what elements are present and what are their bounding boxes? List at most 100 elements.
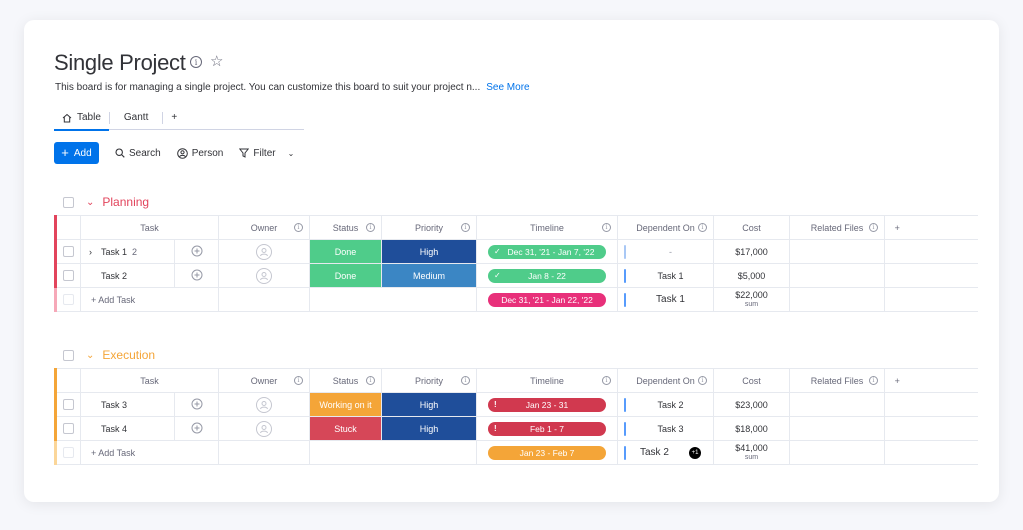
person-filter-button[interactable]: Person	[176, 148, 223, 159]
priority-cell[interactable]: High	[381, 392, 477, 417]
priority-column-header[interactable]: Priority i	[382, 216, 476, 239]
board-card: Single Project i ☆ This board is for man…	[24, 20, 999, 502]
search-button[interactable]: Search	[115, 148, 161, 159]
chevron-down-icon[interactable]: ⌄	[288, 149, 295, 158]
info-icon[interactable]: i	[869, 223, 878, 232]
files-column-header[interactable]: Related Files i	[790, 369, 884, 392]
task-cell[interactable]: › Task 1 2	[80, 239, 175, 264]
owner-column-header[interactable]: Owner i	[219, 216, 309, 239]
info-icon[interactable]: i	[602, 223, 611, 232]
add-update-icon[interactable]	[191, 422, 203, 434]
timeline-column-header[interactable]: Timeline i	[477, 369, 617, 392]
cost-cell[interactable]: $18,000	[713, 416, 790, 441]
chevron-down-icon[interactable]: ⌄	[86, 350, 94, 361]
task-cell[interactable]: Task 4	[80, 416, 175, 441]
files-column-header[interactable]: Related Files i	[790, 216, 884, 239]
add-column-button[interactable]: +	[884, 215, 910, 240]
timeline-column-header[interactable]: Timeline i	[477, 216, 617, 239]
info-icon[interactable]: i	[366, 223, 375, 232]
priority-cell[interactable]: High	[381, 416, 477, 441]
cost-cell[interactable]: $23,000	[713, 392, 790, 417]
group-title[interactable]: Planning	[102, 195, 149, 209]
status-cell[interactable]: Done	[309, 263, 382, 288]
see-more-link[interactable]: See More	[486, 82, 529, 93]
status-column-header[interactable]: Status i	[310, 369, 381, 392]
group-checkbox[interactable]	[63, 349, 74, 361]
priority-cell[interactable]: Medium	[381, 263, 477, 288]
info-icon[interactable]: i	[698, 376, 707, 385]
priority-column-header[interactable]: Priority i	[382, 369, 476, 392]
files-cell[interactable]	[789, 263, 885, 288]
task-cell[interactable]: Task 2	[80, 263, 175, 288]
header-checkbox-cell	[54, 368, 81, 393]
owner-header-label: Owner	[250, 222, 278, 233]
row-checkbox[interactable]	[63, 399, 74, 410]
dependent-cell[interactable]: Task 1	[617, 263, 714, 288]
tab-table[interactable]: Table	[54, 106, 109, 131]
cost-cell[interactable]: $17,000	[713, 239, 790, 264]
filter-button[interactable]: Filter ⌄	[239, 148, 294, 159]
tab-gantt[interactable]: Gantt	[110, 106, 162, 130]
task-column-header[interactable]: Task	[81, 369, 218, 392]
dependent-cell[interactable]: Task 3	[617, 416, 714, 441]
cost-column-header[interactable]: Cost	[714, 369, 789, 392]
owner-avatar-icon[interactable]	[256, 243, 272, 260]
row-checkbox[interactable]	[63, 270, 74, 281]
files-cell[interactable]	[789, 392, 885, 417]
dependent-cell[interactable]: -	[617, 239, 714, 264]
status-column-header[interactable]: Status i	[310, 216, 381, 239]
dependent-cell[interactable]: Task 2	[617, 392, 714, 417]
info-icon[interactable]: i	[366, 376, 375, 385]
files-cell[interactable]	[789, 239, 885, 264]
timeline-cell[interactable]: ✓ Jan 8 - 22	[476, 263, 618, 288]
chevron-right-icon[interactable]: ›	[89, 247, 101, 257]
group-title[interactable]: Execution	[102, 348, 155, 362]
star-icon[interactable]: ☆	[210, 54, 223, 69]
add-update-icon[interactable]	[191, 245, 203, 257]
dependent-column-header[interactable]: Dependent On i	[618, 369, 713, 392]
priority-header-label: Priority	[414, 375, 443, 386]
cost-column-header[interactable]: Cost	[714, 216, 789, 239]
status-cell[interactable]: Working on it	[309, 392, 382, 417]
owner-avatar-icon[interactable]	[256, 420, 272, 437]
info-icon[interactable]: i	[461, 376, 470, 385]
timeline-cell[interactable]: ! Jan 23 - 31	[476, 392, 618, 417]
chevron-down-icon[interactable]: ⌄	[86, 197, 94, 208]
info-icon[interactable]: i	[294, 376, 303, 385]
owner-avatar-icon[interactable]	[256, 396, 272, 413]
owner-column-header[interactable]: Owner i	[219, 369, 309, 392]
add-item-button[interactable]: + Add	[54, 142, 99, 164]
info-icon[interactable]: i	[294, 223, 303, 232]
cost-summary-cell: $41,000 sum	[713, 440, 790, 465]
info-icon[interactable]: i	[190, 56, 202, 68]
alert-icon: !	[494, 400, 497, 409]
add-update-icon[interactable]	[191, 269, 203, 281]
cost-cell[interactable]: $5,000	[713, 263, 790, 288]
files-cell[interactable]	[789, 416, 885, 441]
status-cell[interactable]: Stuck	[309, 416, 382, 441]
add-task-input[interactable]: + Add Task	[80, 440, 219, 465]
timeline-cell[interactable]: ! Feb 1 - 7	[476, 416, 618, 441]
add-task-input[interactable]: + Add Task	[80, 287, 219, 312]
more-dependencies-badge[interactable]: +1	[689, 447, 701, 459]
priority-cell[interactable]: High	[381, 239, 477, 264]
header-checkbox-cell	[54, 215, 81, 240]
status-cell[interactable]: Done	[309, 239, 382, 264]
subitem-count[interactable]: 2	[132, 247, 137, 257]
info-icon[interactable]: i	[602, 376, 611, 385]
info-icon[interactable]: i	[869, 376, 878, 385]
add-column-button[interactable]: +	[884, 368, 910, 393]
add-view-button[interactable]: +	[163, 106, 185, 130]
row-checkbox[interactable]	[63, 423, 74, 434]
info-icon[interactable]: i	[461, 223, 470, 232]
group-checkbox[interactable]	[63, 196, 74, 208]
dependent-column-header[interactable]: Dependent On i	[618, 216, 713, 239]
add-update-icon[interactable]	[191, 398, 203, 410]
task-cell[interactable]: Task 3	[80, 392, 175, 417]
status-header-label: Status	[332, 375, 359, 386]
row-checkbox[interactable]	[63, 246, 74, 257]
info-icon[interactable]: i	[698, 223, 707, 232]
task-column-header[interactable]: Task	[81, 216, 218, 239]
timeline-cell[interactable]: ✓ Dec 31, '21 - Jan 7, '22	[476, 239, 618, 264]
owner-avatar-icon[interactable]	[256, 267, 272, 284]
